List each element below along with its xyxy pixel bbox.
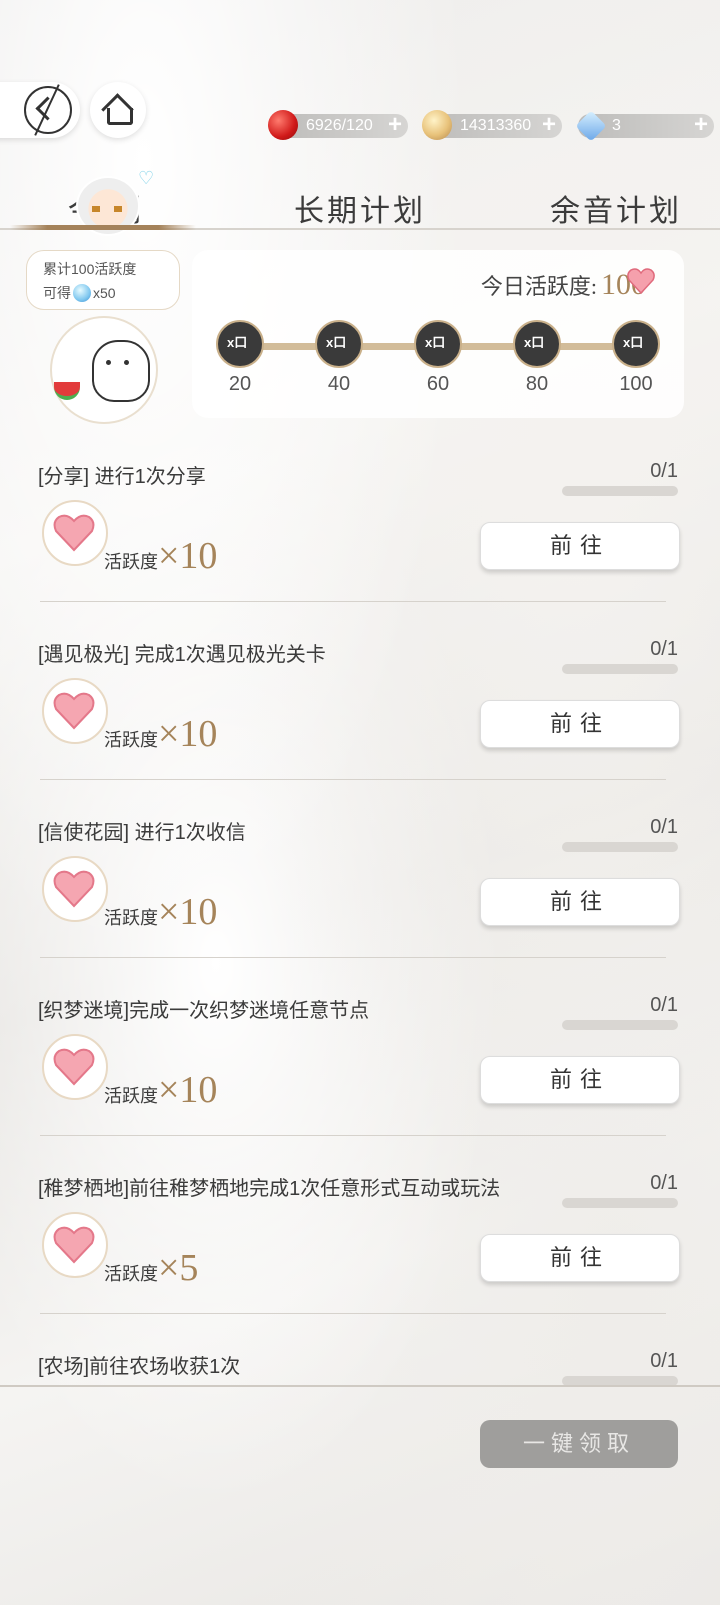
milestone-chest-100[interactable]: x口 bbox=[612, 320, 660, 368]
milestone-label: 20 bbox=[228, 373, 252, 395]
divider bbox=[40, 1135, 666, 1136]
milestone-label: 40 bbox=[327, 373, 351, 395]
heart-gem-icon bbox=[42, 1212, 108, 1278]
back-button[interactable] bbox=[0, 82, 80, 138]
claim-all-button[interactable]: 一键领取 bbox=[480, 1420, 678, 1468]
coin-resource: 14313360 + bbox=[422, 110, 562, 140]
task-title: [织梦迷境]完成一次织梦迷境任意节点 bbox=[38, 1000, 370, 1022]
heart-outline-icon: ♡ bbox=[138, 168, 155, 188]
tab-long-term-plan[interactable]: 长期计划 bbox=[294, 186, 426, 230]
go-button[interactable]: 前往 bbox=[480, 522, 680, 570]
gem-resource: 3 + bbox=[575, 110, 714, 142]
task-progress-bar bbox=[562, 1198, 678, 1208]
task-title: [分享] 进行1次分享 bbox=[38, 466, 206, 488]
add-apple-button[interactable]: + bbox=[388, 113, 402, 137]
accumulate-reward-bubble: 累计100活跃度 可得 x50 bbox=[26, 250, 180, 310]
task-title: [农场]前往农场收获1次 bbox=[38, 1356, 241, 1378]
task-reward: 活跃度×5 bbox=[104, 1247, 199, 1289]
apple-count: 6926/120 bbox=[306, 117, 373, 134]
bear-mascot-icon bbox=[92, 340, 150, 402]
divider bbox=[40, 601, 666, 602]
active-tab-indicator bbox=[10, 225, 196, 230]
task-progress-bar bbox=[562, 1020, 678, 1030]
back-arrow-icon bbox=[24, 86, 72, 134]
activity-label: 今日活跃度: 100 bbox=[480, 268, 646, 301]
milestone-label: 100 bbox=[619, 373, 653, 395]
milestone-chest-60[interactable]: x口 bbox=[414, 320, 462, 368]
divider bbox=[40, 1313, 666, 1314]
task-progress-bar bbox=[562, 842, 678, 852]
divider bbox=[40, 779, 666, 780]
task-title: [遇见极光] 完成1次遇见极光关卡 bbox=[38, 644, 326, 666]
task-progress-bar bbox=[562, 664, 678, 674]
add-coin-button[interactable]: + bbox=[542, 113, 556, 137]
heart-gem-icon bbox=[42, 678, 108, 744]
milestone-chest-40[interactable]: x口 bbox=[315, 320, 363, 368]
task-reward: 活跃度×10 bbox=[104, 713, 218, 755]
milestone-label: 80 bbox=[525, 373, 549, 395]
heart-gem-icon bbox=[42, 856, 108, 922]
task-title: [信使花园] 进行1次收信 bbox=[38, 822, 246, 844]
apple-icon bbox=[268, 110, 298, 140]
milestone-label: 60 bbox=[426, 373, 450, 395]
heart-gem-icon bbox=[42, 500, 108, 566]
task-progress: 0/1 bbox=[650, 994, 678, 1016]
crystal-orb-icon bbox=[73, 284, 91, 302]
home-button[interactable] bbox=[90, 82, 146, 138]
task-progress: 0/1 bbox=[650, 816, 678, 838]
add-gem-button[interactable]: + bbox=[694, 113, 708, 137]
apple-resource: 6926/120 + bbox=[268, 110, 408, 140]
milestone-chest-20[interactable]: x口 bbox=[216, 320, 264, 368]
task-progress: 0/1 bbox=[650, 1172, 678, 1194]
task-progress: 0/1 bbox=[650, 638, 678, 660]
go-button[interactable]: 前往 bbox=[480, 1056, 680, 1104]
divider bbox=[40, 957, 666, 958]
diamond-icon bbox=[575, 110, 607, 142]
task-progress: 0/1 bbox=[650, 1350, 678, 1372]
milestone-chest-80[interactable]: x口 bbox=[513, 320, 561, 368]
task-progress-bar bbox=[562, 486, 678, 496]
heart-gem-icon bbox=[42, 1034, 108, 1100]
task-reward: 活跃度×10 bbox=[104, 1069, 218, 1111]
list-bottom-divider bbox=[0, 1385, 720, 1387]
gem-count: 3 bbox=[612, 117, 621, 134]
tab-echo-plan[interactable]: 余音计划 bbox=[550, 186, 682, 230]
go-button[interactable]: 前往 bbox=[480, 878, 680, 926]
task-reward: 活跃度×10 bbox=[104, 535, 218, 577]
coin-count: 14313360 bbox=[460, 117, 532, 134]
task-reward: 活跃度×10 bbox=[104, 891, 218, 933]
coin-icon bbox=[422, 110, 452, 140]
heart-gem-icon bbox=[627, 268, 655, 295]
task-title: [稚梦栖地]前往稚梦栖地完成1次任意形式互动或玩法 bbox=[38, 1178, 501, 1200]
go-button[interactable]: 前往 bbox=[480, 1234, 680, 1282]
task-progress: 0/1 bbox=[650, 460, 678, 482]
go-button[interactable]: 前往 bbox=[480, 700, 680, 748]
